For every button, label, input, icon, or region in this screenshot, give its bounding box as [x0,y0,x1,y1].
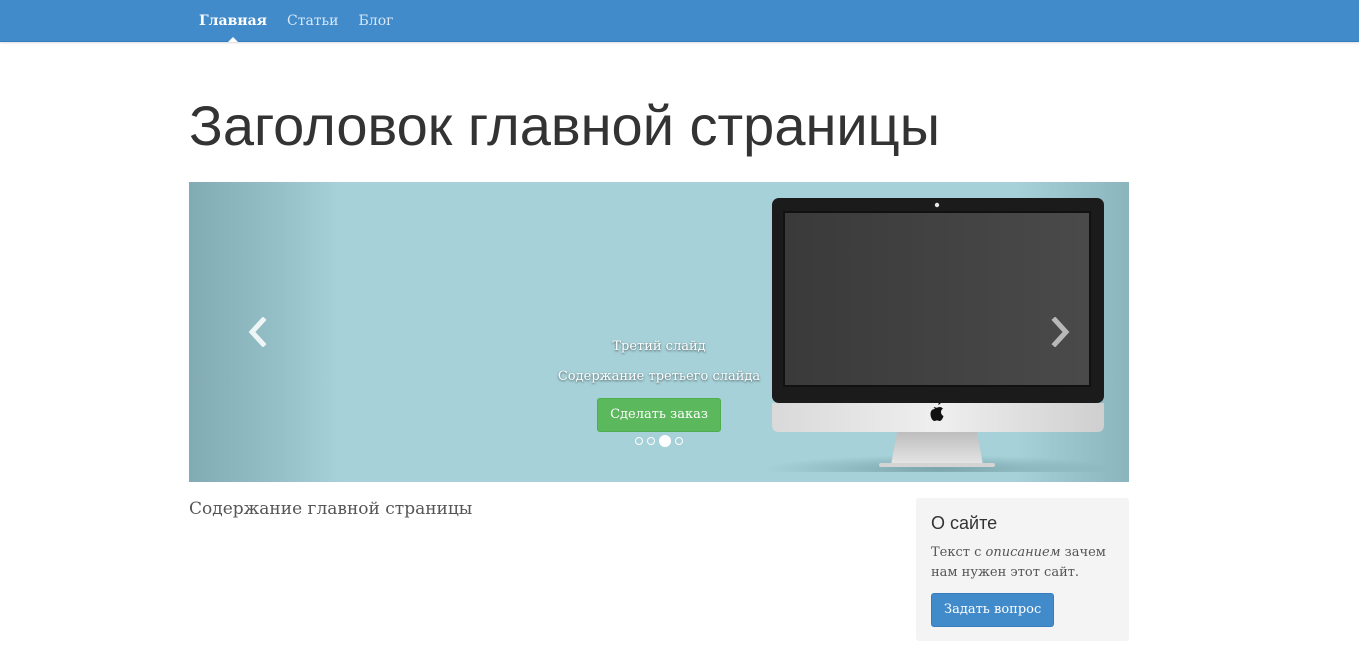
main-content: Содержание главной страницы [189,499,473,519]
carousel-next-button[interactable] [1043,314,1079,350]
carousel: Третий слайд Содержание третьего слайда … [189,182,1129,482]
nav-menu: Главная Статьи Блог [189,0,404,42]
nav-item-articles[interactable]: Статьи [277,0,349,41]
nav-item-blog[interactable]: Блог [349,0,404,41]
sidebar-title: О сайте [931,513,998,533]
indicator-dot[interactable] [647,437,655,445]
indicator-dot-active[interactable] [659,435,671,447]
about-sidebar: О сайте Текст с описанием зачем нам нуже… [916,498,1129,641]
carousel-prev-button[interactable] [239,314,275,350]
sidebar-text: Текст с описанием зачем нам нужен этот с… [931,543,1114,583]
slide-text: Содержание третьего слайда [557,369,761,384]
sidebar-text-emphasis: описанием [985,545,1061,560]
ask-question-button[interactable]: Задать вопрос [931,593,1055,627]
order-button[interactable]: Сделать заказ [597,398,721,432]
indicator-dot[interactable] [675,437,683,445]
page-title: Заголовок главной страницы [189,94,940,157]
navbar: Главная Статьи Блог [0,0,1359,42]
sidebar-text-start: Текст с [931,545,986,560]
indicator-dot[interactable] [635,437,643,445]
slide-title: Третий слайд [612,339,706,354]
carousel-caption: Третий слайд Содержание третьего слайда … [529,332,789,432]
chevron-left-icon [248,317,267,347]
nav-item-home[interactable]: Главная [189,0,277,42]
chevron-right-icon [1051,317,1070,347]
carousel-indicators [629,434,689,448]
